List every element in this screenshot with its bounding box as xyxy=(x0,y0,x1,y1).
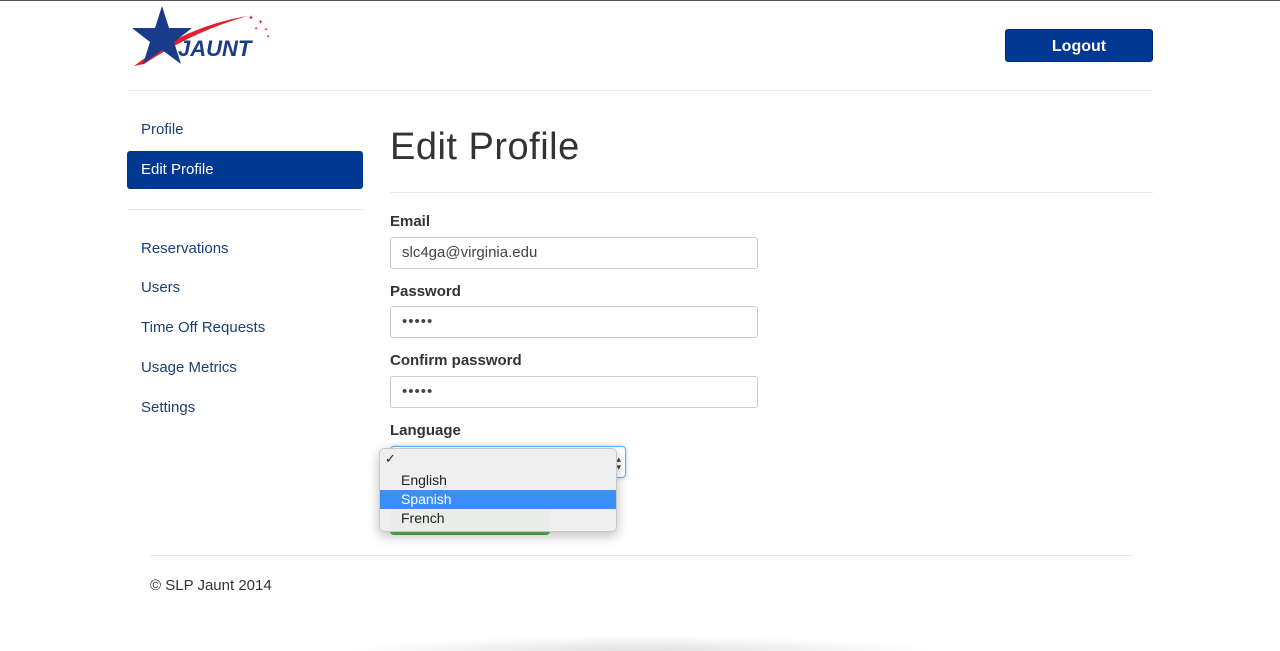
window-top-border xyxy=(0,0,1280,1)
sidebar-item-edit-profile[interactable]: Edit Profile xyxy=(127,151,363,189)
email-field[interactable]: slc4ga@virginia.edu xyxy=(390,237,758,269)
svg-text:✦: ✦ xyxy=(254,26,258,32)
language-option-french[interactable]: French xyxy=(380,509,616,528)
password-field[interactable]: ••••• xyxy=(390,306,758,338)
email-label: Email xyxy=(390,213,431,230)
sidebar-item-time-off-requests[interactable]: Time Off Requests xyxy=(127,309,363,347)
svg-text:✦: ✦ xyxy=(264,27,268,33)
page: ✦ ✦ ✦ ✦ ✦ JAUNT Logout Profile Edit Prof… xyxy=(0,0,1280,651)
confirm-password-field[interactable]: ••••• xyxy=(390,376,758,408)
language-option-spanish[interactable]: Spanish xyxy=(380,490,616,509)
sidebar-item-settings[interactable]: Settings xyxy=(127,389,363,427)
svg-text:✦: ✦ xyxy=(258,19,263,26)
title-divider xyxy=(390,192,1153,193)
checkmark-icon: ✓ xyxy=(385,451,396,466)
window-bottom-shadow xyxy=(340,636,940,651)
select-arrows-icon: ▴ ▾ xyxy=(616,454,621,472)
confirm-password-label: Confirm password xyxy=(390,352,522,369)
jaunt-logo[interactable]: ✦ ✦ ✦ ✦ ✦ JAUNT xyxy=(126,4,274,70)
page-title: Edit Profile xyxy=(390,126,580,168)
svg-text:✦: ✦ xyxy=(248,14,254,22)
footer-divider xyxy=(150,555,1132,556)
footer-copyright: © SLP Jaunt 2014 xyxy=(150,577,272,594)
jaunt-logo-mark: ✦ ✦ ✦ ✦ ✦ JAUNT xyxy=(132,6,270,66)
sidebar-divider xyxy=(127,209,363,210)
language-label: Language xyxy=(390,422,461,439)
sidebar-item-reservations[interactable]: Reservations xyxy=(127,230,363,268)
header-divider xyxy=(127,90,1153,91)
logo-text: JAUNT xyxy=(178,36,253,61)
sidebar-item-users[interactable]: Users xyxy=(127,269,363,307)
language-option-english[interactable]: English xyxy=(380,471,616,490)
sidebar-item-usage-metrics[interactable]: Usage Metrics xyxy=(127,349,363,387)
svg-text:✦: ✦ xyxy=(266,34,270,40)
password-label: Password xyxy=(390,283,461,300)
sidebar-item-profile[interactable]: Profile xyxy=(127,111,363,149)
language-dropdown-menu: ✓ English Spanish French xyxy=(379,448,617,532)
logout-button[interactable]: Logout xyxy=(1005,29,1153,62)
